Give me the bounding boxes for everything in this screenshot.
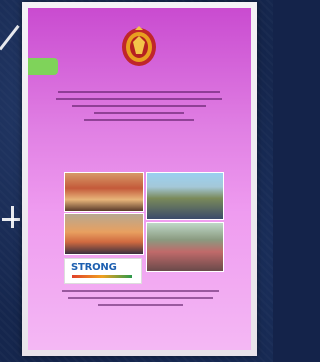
photo-4 [146, 222, 224, 272]
strong-logo: STRONG [64, 258, 142, 284]
title-line [94, 112, 184, 114]
footer-line [68, 297, 213, 299]
bookmark-tab [28, 58, 58, 75]
document-cover[interactable]: STRONG [22, 2, 257, 356]
title-line [72, 105, 206, 107]
title-line [84, 119, 194, 121]
logo-underline [72, 275, 132, 278]
title-block [54, 88, 224, 126]
title-line [58, 91, 220, 93]
photo-3 [64, 213, 144, 255]
logo-text: STRONG [71, 262, 117, 273]
photo-1 [64, 172, 144, 212]
title-line [56, 98, 222, 100]
photo-2 [146, 172, 224, 220]
footer-block [58, 288, 223, 311]
emblem-icon [122, 26, 156, 66]
decorative-line [11, 206, 14, 228]
cover-page: STRONG [28, 8, 251, 350]
footer-line [62, 290, 219, 292]
footer-line [98, 304, 183, 306]
